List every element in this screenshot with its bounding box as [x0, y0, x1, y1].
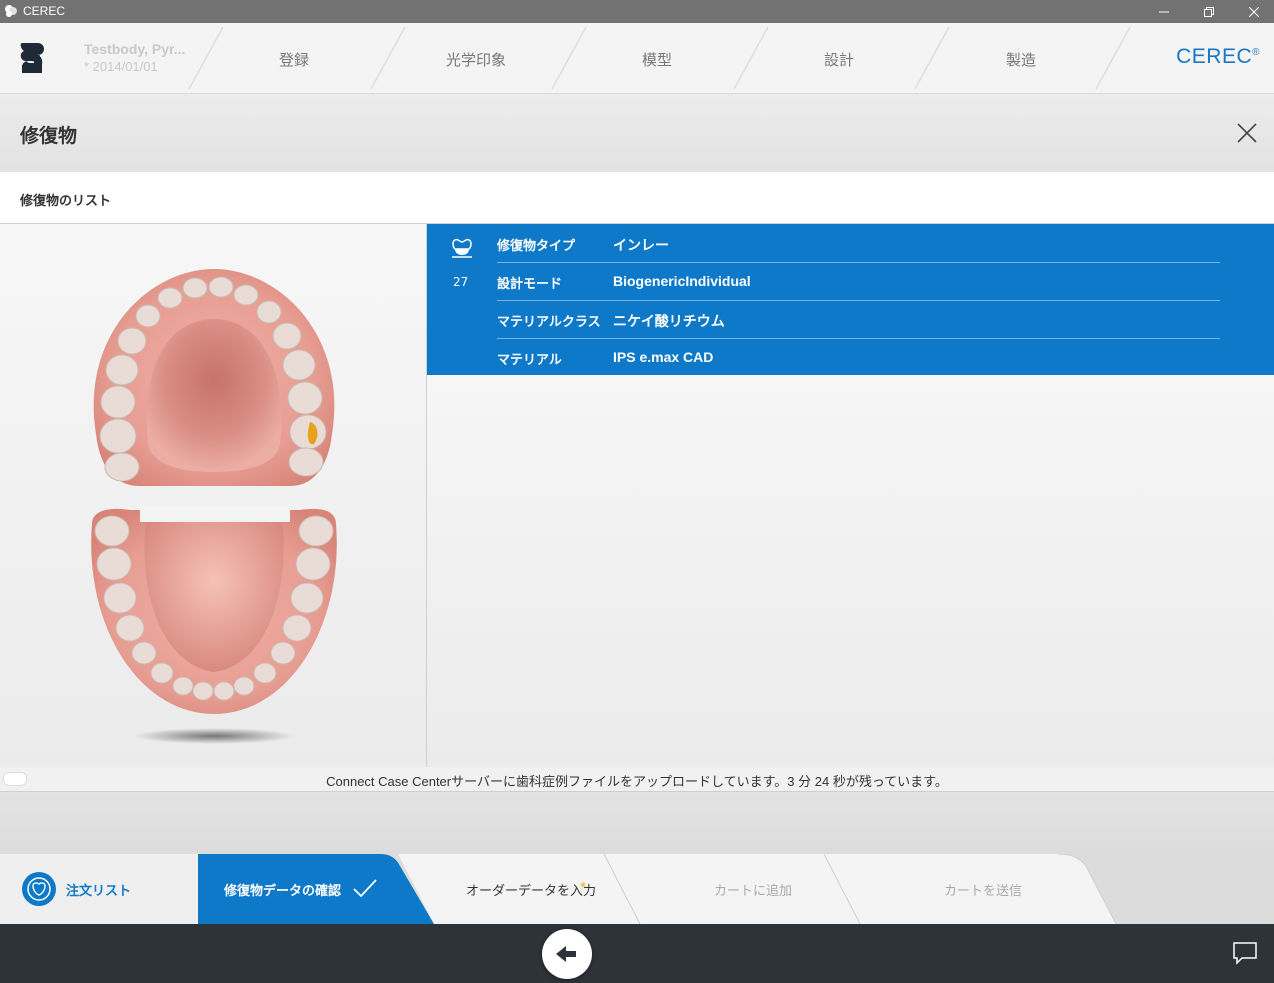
window-titlebar: CEREC [0, 0, 1274, 23]
property-value: IPS e.max CAD [613, 349, 714, 365]
wizard-step-label: カートを送信 [944, 884, 1023, 899]
checkmark-icon [353, 879, 377, 898]
lower-jaw[interactable] [91, 506, 337, 714]
restore-icon [1204, 6, 1214, 17]
property-value: BiogenericIndividual [613, 273, 751, 289]
order-list-icon [22, 872, 56, 906]
dentsply-sirona-logo[interactable] [20, 41, 46, 75]
step-separator [188, 26, 224, 90]
wizard-step-label: 修復物データの確認 [224, 884, 342, 899]
restoration-list-header: 修復物のリスト [0, 172, 1274, 224]
wizard-step-label: 注文リスト [66, 884, 132, 899]
phase-step-design[interactable]: 設計 [779, 49, 899, 70]
order-wizard: 注文リスト 修復物データの確認 オーダーデータを入力 * カートに追加 カートを… [0, 854, 1274, 924]
jaw-view-panel[interactable] [0, 224, 427, 767]
phase-step-model[interactable]: 模型 [597, 49, 717, 70]
spacer-area [0, 792, 1274, 854]
jaw-shadow [134, 728, 294, 744]
property-value: ニケイ酸リチウム [613, 313, 725, 329]
property-label: 設計モード [497, 277, 563, 292]
wizard-step-order-list[interactable]: 注文リスト [0, 854, 198, 924]
phase-step-acquisition[interactable]: 光学印象 [416, 49, 536, 70]
minimize-button[interactable] [1144, 0, 1184, 23]
tooth-number: 27 [453, 275, 469, 289]
dental-arch-diagram[interactable] [0, 224, 426, 767]
minimize-icon [1159, 11, 1169, 12]
cerec-brand-text: CEREC [1176, 45, 1253, 68]
patient-date: * 2014/01/01 [84, 59, 158, 74]
page-title: 修復物 [20, 125, 78, 147]
registered-mark: ® [1252, 47, 1260, 58]
chat-icon[interactable] [1232, 940, 1258, 966]
patient-name: Testbody, Pyr... [84, 41, 186, 57]
phase-header: Testbody, Pyr... * 2014/01/01 登録 光学印象 模型… [0, 23, 1274, 94]
property-row-material: マテリアル IPS e.max CAD [497, 338, 1220, 376]
page-title-bar: 修復物 [0, 94, 1274, 172]
cerec-brand[interactable]: CEREC® [1176, 45, 1260, 69]
step-separator [914, 26, 950, 90]
wizard-step-add-to-cart: カートに追加 [640, 854, 840, 924]
wizard-step-enter-order-data[interactable]: オーダーデータを入力 * [434, 854, 624, 924]
wizard-step-label: オーダーデータを入力 [466, 884, 597, 899]
wizard-step-label: カートに追加 [714, 884, 793, 899]
phase-step-registration[interactable]: 登録 [234, 49, 354, 70]
wizard-step-send-cart: カートを送信 [860, 854, 1080, 924]
step-separator [551, 26, 587, 90]
property-label: マテリアルクラス [497, 315, 601, 330]
upper-jaw[interactable] [93, 269, 335, 486]
wizard-step-confirm-restoration[interactable]: 修復物データの確認 [198, 854, 398, 924]
section-title: 修復物のリスト [20, 194, 112, 209]
property-label: 修復物タイプ [497, 239, 576, 254]
property-label: マテリアル [497, 353, 562, 368]
restoration-details-panel: 27 修復物タイプ インレー 設計モード BiogenericIndividua… [427, 224, 1274, 767]
patient-info[interactable]: Testbody, Pyr... * 2014/01/01 [84, 41, 185, 74]
step-separator [370, 26, 406, 90]
upload-status-text: Connect Case Centerサーバーに歯科症例ファイルをアップロードし… [326, 774, 948, 789]
property-row-design-mode: 設計モード BiogenericIndividual [497, 262, 1220, 301]
inlay-tooth-icon [452, 238, 472, 258]
back-arrow-icon [556, 946, 576, 962]
restoration-item-selected[interactable]: 27 修復物タイプ インレー 設計モード BiogenericIndividua… [427, 224, 1274, 375]
window-title: CEREC [23, 4, 66, 18]
back-button[interactable] [542, 929, 592, 979]
close-panel-icon[interactable] [1236, 122, 1258, 144]
step-separator [733, 26, 769, 90]
cerec-app-icon [5, 5, 17, 17]
bottom-navigation-bar [0, 924, 1274, 983]
property-row-material-class: マテリアルクラス ニケイ酸リチウム [497, 300, 1220, 339]
upload-status-bar: Connect Case Centerサーバーに歯科症例ファイルをアップロードし… [0, 767, 1274, 792]
restore-button[interactable] [1189, 0, 1229, 23]
property-row-restoration-type: 修復物タイプ インレー [497, 224, 1220, 263]
step-separator [1095, 26, 1131, 90]
phase-step-manufacture[interactable]: 製造 [961, 49, 1081, 70]
required-star: * [580, 880, 586, 894]
property-value: インレー [613, 237, 669, 253]
close-window-button[interactable] [1234, 0, 1274, 23]
close-icon [1249, 6, 1259, 17]
